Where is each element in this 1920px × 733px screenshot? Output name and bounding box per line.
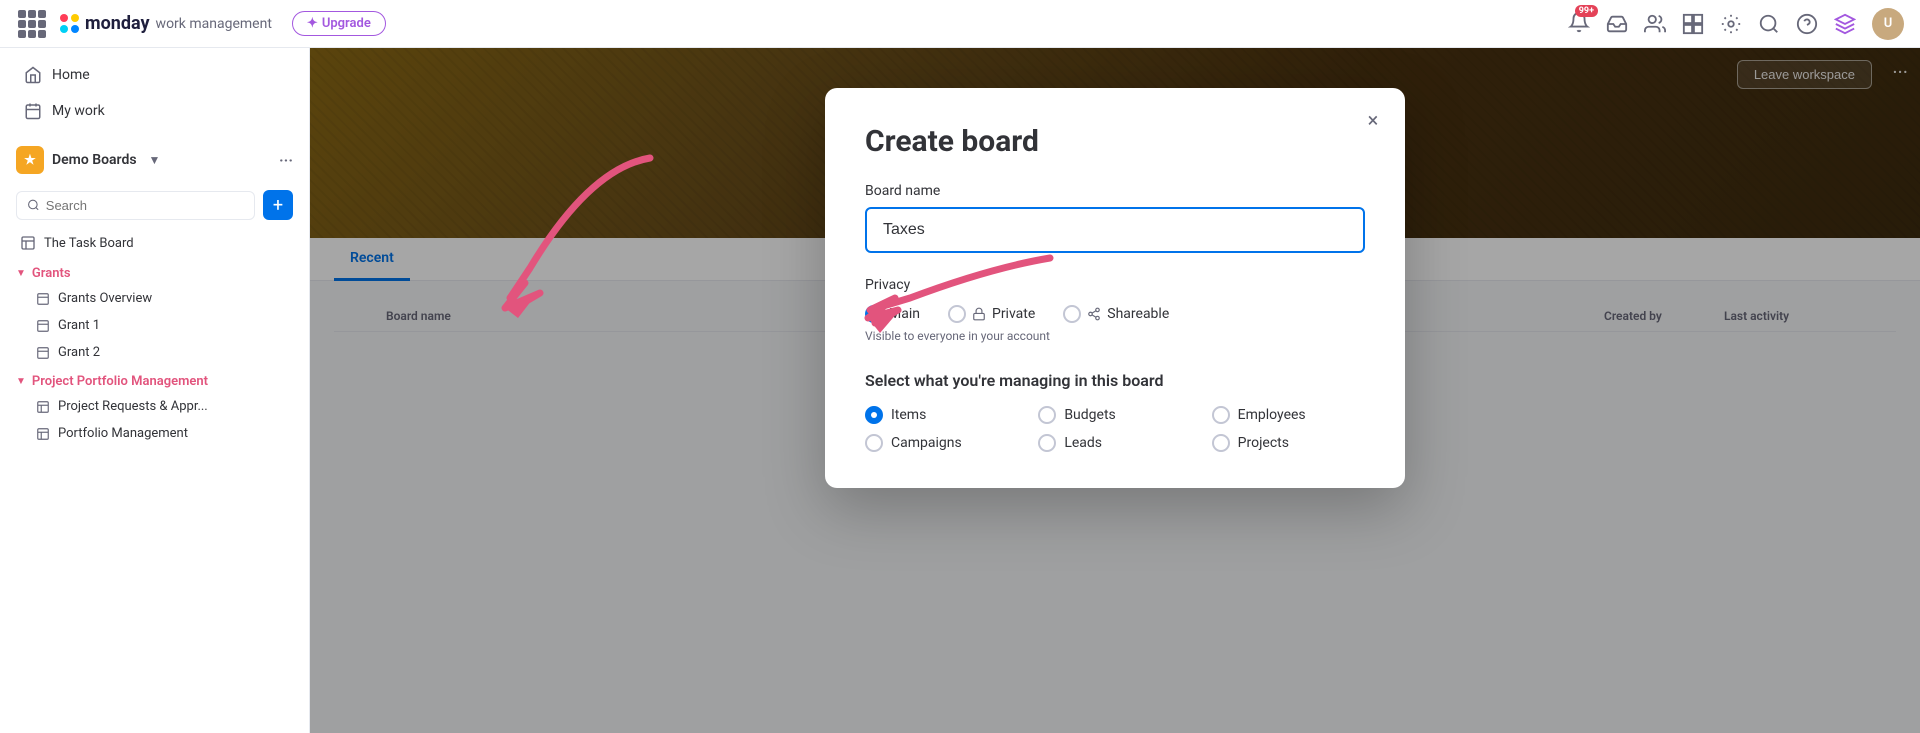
add-button[interactable]: + [263, 190, 293, 220]
privacy-shareable-label: Shareable [1107, 306, 1169, 322]
share-icon [1087, 307, 1101, 321]
modal-close-button[interactable]: × [1357, 104, 1389, 136]
create-board-modal: × Create board Board name Privacy Main [825, 88, 1405, 488]
privacy-label: Privacy [865, 277, 1365, 293]
sidebar-home-label: Home [52, 67, 90, 83]
search-topnav-icon[interactable] [1758, 13, 1780, 35]
privacy-description: Visible to everyone in your account [865, 329, 1365, 343]
lock-icon [972, 307, 986, 321]
manage-items-label: Items [891, 407, 926, 423]
sidebar-item-home[interactable]: Home [8, 58, 301, 92]
search-add-row: + [0, 182, 309, 228]
automations-icon[interactable] [1720, 13, 1742, 35]
manage-projects-option[interactable]: Projects [1212, 434, 1365, 452]
topnav: monday work management ✦ Upgrade 99+ [0, 0, 1920, 48]
workspace-name: Demo Boards [52, 152, 137, 168]
pink-arrow-add [430, 148, 690, 348]
task-board-label: The Task Board [44, 236, 289, 251]
grants-overview-label: Grants Overview [58, 291, 152, 306]
grid-menu-icon[interactable] [16, 8, 48, 40]
sidebar-item-task-board[interactable]: The Task Board [4, 229, 305, 257]
project-requests-label: Project Requests & Appr... [58, 399, 208, 414]
manage-options-grid: Items Budgets Employees Campaigns [865, 406, 1365, 452]
board-name-label: Board name [865, 183, 1365, 199]
app-subtitle: work management [156, 16, 272, 32]
inbox-icon[interactable] [1606, 13, 1628, 35]
manage-projects-label: Projects [1238, 435, 1289, 451]
grants-label: Grants [32, 266, 71, 281]
privacy-private-label: Private [992, 306, 1035, 322]
search-icon [27, 198, 40, 212]
manage-budgets-option[interactable]: Budgets [1038, 406, 1191, 424]
manage-campaigns-option[interactable]: Campaigns [865, 434, 1018, 452]
search-input[interactable] [46, 198, 244, 213]
privacy-main-label: Main [889, 306, 920, 322]
logo-dots [60, 14, 79, 33]
ai-icon[interactable] [1834, 13, 1856, 35]
main-layout: Home My work ★ Demo Boards ▼ ··· + The [0, 48, 1920, 733]
sidebar: Home My work ★ Demo Boards ▼ ··· + The [0, 48, 310, 733]
grants-arrow-icon: ▼ [16, 268, 26, 279]
modal-overlay: × Create board Board name Privacy Main [310, 48, 1920, 733]
sidebar-item-mywork[interactable]: My work [8, 94, 301, 128]
portfolio-arrow-icon: ▼ [16, 376, 26, 387]
manage-campaigns-radio[interactable] [865, 434, 883, 452]
search-box[interactable] [16, 191, 255, 220]
privacy-radio-group: Main Private Shareable [865, 305, 1365, 323]
manage-projects-radio[interactable] [1212, 434, 1230, 452]
workspace-icon: ★ [16, 146, 44, 174]
manage-items-option[interactable]: Items [865, 406, 1018, 424]
manage-section: Select what you're managing in this boar… [865, 371, 1365, 452]
workspace-header[interactable]: ★ Demo Boards ▼ ··· [0, 138, 309, 182]
section-project-portfolio[interactable]: ▼ Project Portfolio Management [0, 366, 309, 393]
sidebar-item-grant2[interactable]: Grant 2 [4, 340, 305, 365]
workspace-chevron-icon: ▼ [149, 153, 161, 167]
sidebar-item-grants-overview[interactable]: Grants Overview [4, 286, 305, 311]
manage-leads-label: Leads [1064, 435, 1102, 451]
sidebar-nav: Home My work [0, 48, 309, 138]
manage-employees-label: Employees [1238, 407, 1306, 423]
board-name-input[interactable] [865, 207, 1365, 253]
portfolio-mgmt-label: Portfolio Management [58, 426, 188, 441]
section-grants[interactable]: ▼ Grants [0, 258, 309, 285]
manage-leads-option[interactable]: Leads [1038, 434, 1191, 452]
topnav-right-icons: 99+ U [1568, 8, 1904, 40]
notification-count: 99+ [1575, 5, 1598, 17]
sidebar-item-project-requests[interactable]: Project Requests & Appr... [4, 394, 305, 419]
manage-label: Select what you're managing in this boar… [865, 371, 1365, 390]
portfolio-label: Project Portfolio Management [32, 374, 208, 389]
privacy-section: Privacy Main Private [865, 277, 1365, 343]
people-icon[interactable] [1644, 13, 1666, 35]
manage-employees-option[interactable]: Employees [1212, 406, 1365, 424]
upgrade-button[interactable]: ✦ Upgrade [292, 11, 386, 36]
grant2-label: Grant 2 [58, 345, 100, 360]
manage-employees-radio[interactable] [1212, 406, 1230, 424]
manage-items-radio[interactable] [865, 406, 883, 424]
notification-button[interactable]: 99+ [1568, 11, 1590, 37]
manage-campaigns-label: Campaigns [891, 435, 962, 451]
sidebar-mywork-label: My work [52, 103, 105, 119]
upgrade-label: Upgrade [322, 16, 371, 31]
privacy-shareable-radio[interactable] [1063, 305, 1081, 323]
privacy-private-option[interactable]: Private [948, 305, 1035, 323]
help-icon[interactable] [1796, 13, 1818, 35]
grant1-label: Grant 1 [58, 318, 100, 333]
manage-budgets-radio[interactable] [1038, 406, 1056, 424]
privacy-shareable-option[interactable]: Shareable [1063, 305, 1169, 323]
privacy-main-option[interactable]: Main [865, 305, 920, 323]
app-logo: monday work management [60, 13, 272, 34]
workspace-more-icon[interactable]: ··· [279, 151, 293, 170]
app-name: monday [85, 13, 150, 34]
manage-leads-radio[interactable] [1038, 434, 1056, 452]
integrations-icon[interactable] [1682, 13, 1704, 35]
add-icon: + [273, 195, 283, 216]
sidebar-item-grant1[interactable]: Grant 1 [4, 313, 305, 338]
privacy-private-radio[interactable] [948, 305, 966, 323]
manage-budgets-label: Budgets [1064, 407, 1115, 423]
modal-title: Create board [865, 124, 1365, 159]
privacy-main-radio[interactable] [865, 305, 883, 323]
main-content: Leave workspace ··· Recent Board name Cr… [310, 48, 1920, 733]
user-avatar[interactable]: U [1872, 8, 1904, 40]
sidebar-item-portfolio-mgmt[interactable]: Portfolio Management [4, 421, 305, 446]
